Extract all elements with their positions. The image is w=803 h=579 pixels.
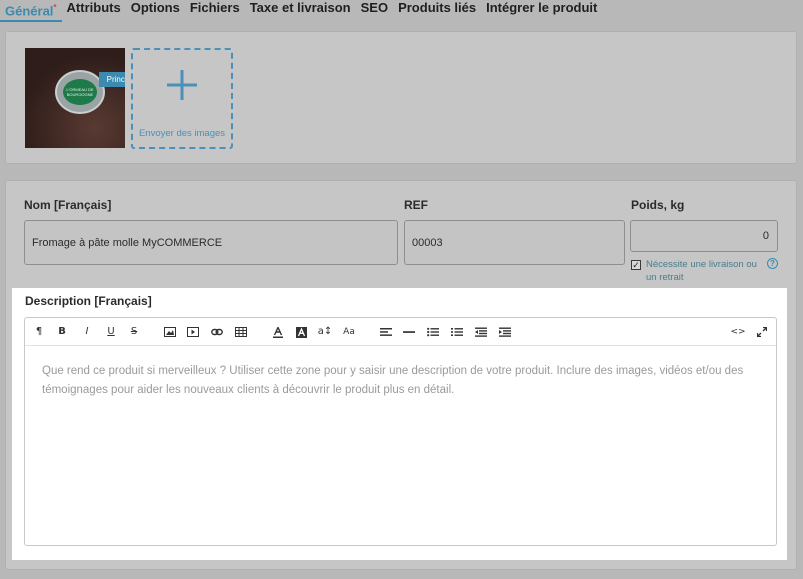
background-color-icon[interactable] [293,324,309,340]
editor-toolbar: ¶ B I U S a↕ Aa <> [25,318,776,346]
tab-seo[interactable]: SEO [356,0,393,15]
images-panel: L'ORMEAU DE BOURGOGNE Principal Envoyer … [5,31,797,164]
description-card: Description [Français] ¶ B I U S a↕ Aa <… [12,288,787,560]
cheese-label-text: L'ORMEAU DE BOURGOGNE [66,87,94,97]
table-icon[interactable] [233,324,249,340]
italic-button[interactable]: I [79,324,95,340]
name-label: Nom [Français] [24,198,112,212]
align-left-icon[interactable] [378,324,394,340]
ref-field[interactable]: 00003 [404,220,625,265]
outdent-icon[interactable] [473,324,489,340]
link-icon[interactable] [209,324,225,340]
text-case-button[interactable]: Aa [341,324,357,340]
shipping-required-checkbox[interactable]: ✓ [631,260,641,270]
tab-attributes[interactable]: Attributs [62,0,126,15]
description-label: Description [Français] [25,294,152,308]
superscript-button[interactable]: a↕ [317,324,333,340]
tab-general[interactable]: Général* [0,0,62,23]
upload-images-label: Envoyer des images [138,128,226,139]
plus-icon [133,64,231,100]
product-image-thumbnail[interactable]: L'ORMEAU DE BOURGOGNE Principal [25,48,125,148]
horizontal-rule-icon[interactable] [401,324,417,340]
tab-embed-product[interactable]: Intégrer le produit [481,0,602,15]
upload-images-button[interactable]: Envoyer des images [131,48,233,149]
description-editor[interactable]: ¶ B I U S a↕ Aa <> Que rend ce produit s… [24,317,777,546]
ref-label: REF [404,198,428,212]
weight-field[interactable]: 0 [630,220,778,252]
image-icon[interactable] [162,324,178,340]
bold-button[interactable]: B [54,324,70,340]
strikethrough-button[interactable]: S [126,324,142,340]
tab-related-products[interactable]: Produits liés [393,0,481,15]
tab-bar: Général* Attributs Options Fichiers Taxe… [0,0,803,24]
name-field[interactable]: Fromage à pâte molle MyCOMMERCE [24,220,398,265]
code-view-button[interactable]: <> [730,324,746,340]
indent-icon[interactable] [497,324,513,340]
fullscreen-icon[interactable] [754,324,770,340]
numbered-list-icon[interactable] [449,324,465,340]
paragraph-icon[interactable]: ¶ [31,324,47,340]
tab-files[interactable]: Fichiers [185,0,245,15]
underline-button[interactable]: U [103,324,119,340]
help-icon[interactable]: ? [767,258,778,269]
bullet-list-icon[interactable] [425,324,441,340]
video-icon[interactable] [185,324,201,340]
tab-tax-shipping[interactable]: Taxe et livraison [245,0,356,15]
text-color-icon[interactable] [270,324,286,340]
tab-options[interactable]: Options [126,0,185,15]
description-placeholder: Que rend ce produit si merveilleux ? Uti… [42,365,744,396]
shipping-required-label[interactable]: Nécessite une livraison ou un retrait [646,258,764,284]
weight-label: Poids, kg [631,198,685,212]
unsaved-marker: * [53,3,57,12]
principal-badge: Principal [99,72,125,87]
